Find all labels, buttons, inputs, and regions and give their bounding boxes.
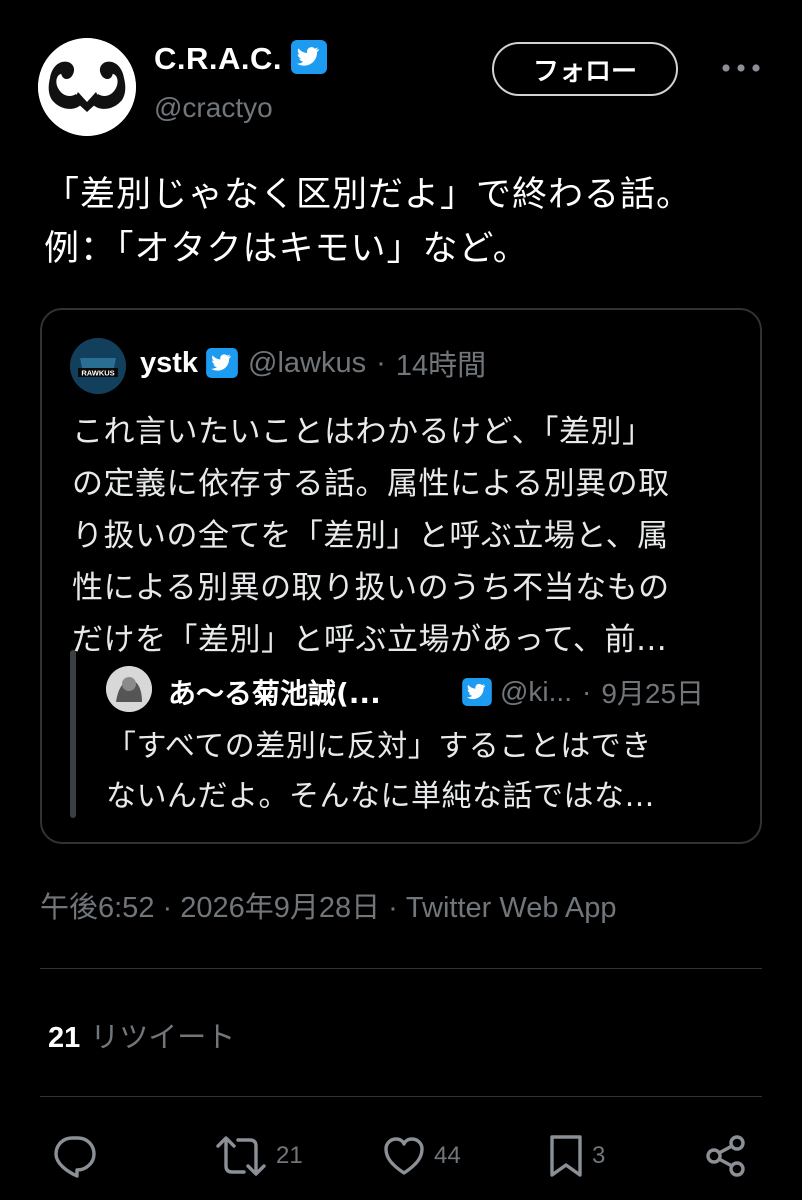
divider	[40, 1096, 762, 1097]
heart-icon	[384, 1137, 424, 1175]
hands-logo-icon	[38, 38, 136, 136]
nested-header: あ〜る菊池誠(... @ki... · 9月25日	[168, 672, 704, 712]
nested-timestamp: 9月25日	[601, 678, 705, 709]
follow-button[interactable]: フォロー	[492, 42, 678, 96]
separator: ·	[376, 346, 386, 379]
tweet-text: 「差別じゃなく区別だよ」で終わる話。 例：「オタクはキモい」など。	[44, 175, 693, 269]
quoted-tweet-text: これ言いたいことはわかるけど、「差別」 の定義に依存する話。属性による別異の取 …	[72, 414, 670, 658]
share-button[interactable]	[704, 1132, 748, 1180]
reply-icon	[54, 1136, 96, 1178]
nested-author-name: あ〜る菊池誠(...	[168, 677, 381, 710]
retweet-stat-label: リツイート	[90, 1020, 236, 1054]
nested-tweet-text: 「すべての差別に反対」することはでき ないんだよ。そんなに単純な話ではな…	[106, 729, 655, 814]
author-display-name[interactable]: C.R.A.C.	[154, 40, 328, 82]
bookmark-count: 3	[592, 1142, 606, 1169]
nested-author-avatar	[106, 666, 152, 712]
verified-badge-icon	[291, 40, 328, 82]
retweet-icon	[216, 1136, 266, 1176]
author-handle[interactable]: @cractyo	[154, 92, 273, 124]
more-options-icon[interactable]	[718, 50, 764, 86]
tweet-detail-page: C.R.A.C. @cractyo フォロー 「差別じゃなく区別だよ」で終わる話…	[0, 0, 802, 1200]
bookmark-icon	[550, 1135, 582, 1177]
quoted-author-avatar: RAWKUS	[70, 338, 126, 394]
divider	[40, 968, 762, 969]
like-button[interactable]: 44	[382, 1132, 461, 1180]
nested-quote-bar	[70, 650, 76, 818]
bookmark-button[interactable]: 3	[548, 1132, 605, 1180]
quoted-avatar-text: RAWKUS	[81, 369, 114, 378]
nested-author-handle: @ki...	[500, 676, 572, 707]
retweet-stat-count: 21	[48, 1022, 81, 1054]
retweet-stat[interactable]: 21 リツイート	[48, 1014, 235, 1056]
author-avatar[interactable]	[38, 38, 136, 136]
quoted-tweet-card[interactable]: RAWKUS ystk @lawkus · 14時間 これ言いたいことはわかるけ…	[40, 308, 762, 844]
tweet-meta: 午後6:52 · 2026年9月28日 · Twitter Web App	[40, 892, 617, 924]
verified-badge-icon	[462, 678, 492, 706]
quoted-timestamp: 14時間	[395, 350, 487, 382]
separator: ·	[581, 676, 592, 707]
reply-button[interactable]	[52, 1132, 98, 1180]
retweet-button[interactable]: 21	[214, 1132, 303, 1180]
quoted-header: ystk @lawkus · 14時間	[140, 342, 486, 384]
verified-badge-icon	[206, 348, 238, 378]
quoted-author-handle: @lawkus	[248, 346, 367, 379]
like-count: 44	[434, 1142, 461, 1169]
share-icon	[706, 1135, 745, 1177]
retweet-count: 21	[276, 1142, 303, 1169]
quoted-author-name: ystk	[140, 346, 199, 379]
